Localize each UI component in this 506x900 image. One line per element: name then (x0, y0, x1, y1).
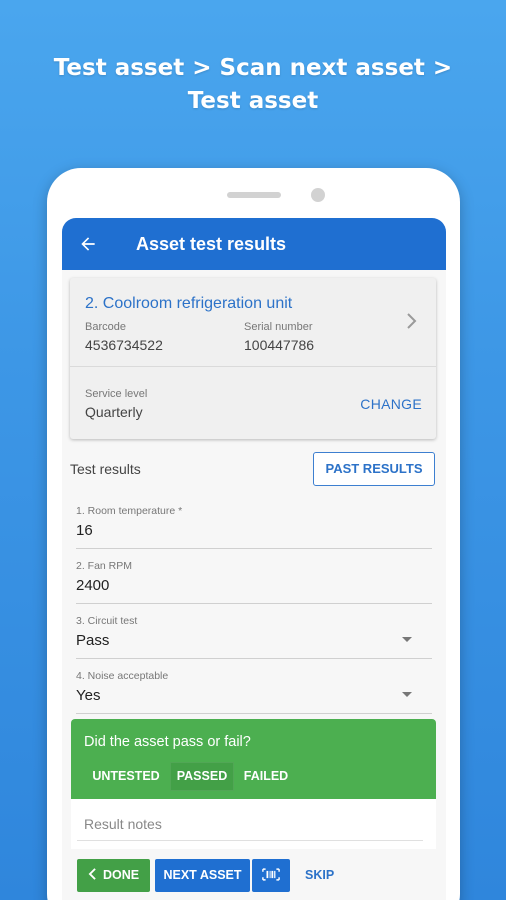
pass-fail-question: Did the asset pass or fail? (84, 734, 251, 750)
field-label: 3. Circuit test (76, 615, 138, 627)
dropdown-arrow-icon (402, 692, 412, 697)
result-notes-input[interactable] (77, 807, 423, 841)
skip-button[interactable]: SKIP (305, 859, 334, 892)
field-value: 2400 (76, 577, 110, 594)
next-asset-button[interactable]: NEXT ASSET (155, 859, 250, 892)
past-results-button[interactable]: PAST RESULTS (313, 452, 435, 486)
pass-fail-panel: Did the asset pass or fail? UNTESTED PAS… (71, 719, 436, 799)
app-screen: Asset test results 2. Coolroom refrigera… (62, 218, 446, 900)
phone-frame: Asset test results 2. Coolroom refrigera… (47, 168, 460, 900)
scan-button[interactable] (252, 859, 290, 892)
headline-line-1: Test asset > Scan next asset > (53, 55, 453, 81)
serial-number-label: Serial number (244, 321, 313, 333)
field-label: 4. Noise acceptable (76, 670, 169, 682)
action-bar: DONE NEXT ASSET SKIP (71, 849, 436, 899)
asset-card[interactable]: 2. Coolroom refrigeration unit Barcode 4… (70, 278, 436, 439)
option-untested[interactable]: UNTESTED (83, 762, 169, 791)
asset-title: 2. Coolroom refrigeration unit (85, 295, 293, 312)
test-results-heading: Test results (70, 461, 141, 477)
barcode-scan-icon (262, 868, 280, 881)
serial-number-value: 100447786 (244, 337, 315, 353)
circuit-test-select[interactable]: 3. Circuit test Pass (76, 615, 432, 659)
arrow-left-icon[interactable] (78, 234, 98, 254)
headline: Test asset > Scan next asset > Test asse… (0, 52, 506, 118)
phone-speaker (227, 192, 281, 198)
room-temperature-field[interactable]: 1. Room temperature * 16 (76, 505, 432, 549)
noise-acceptable-select[interactable]: 4. Noise acceptable Yes (76, 670, 432, 714)
field-value: Pass (76, 632, 110, 649)
option-failed[interactable]: FAILED (236, 762, 296, 791)
chevron-left-icon (88, 868, 96, 880)
service-level-label: Service level (85, 388, 148, 400)
card-divider (70, 366, 436, 367)
dropdown-arrow-icon (402, 637, 412, 642)
done-label: DONE (102, 868, 140, 882)
fan-rpm-field[interactable]: 2. Fan RPM 2400 (76, 560, 432, 604)
field-value: Yes (76, 687, 101, 704)
chevron-right-icon[interactable] (406, 312, 418, 330)
barcode-value: 4536734522 (85, 337, 163, 353)
result-notes-container (71, 799, 436, 849)
field-label: 1. Room temperature * (76, 505, 183, 517)
field-label: 2. Fan RPM (76, 560, 133, 572)
option-passed[interactable]: PASSED (170, 762, 234, 791)
app-bar: Asset test results (62, 218, 446, 270)
service-level-value: Quarterly (85, 404, 143, 420)
phone-camera (311, 188, 325, 202)
change-button[interactable]: CHANGE (360, 396, 422, 412)
field-value: 16 (76, 522, 93, 539)
page-title: Asset test results (136, 233, 287, 254)
headline-line-2: Test asset (187, 88, 319, 114)
done-button[interactable]: DONE (77, 859, 150, 892)
barcode-label: Barcode (85, 321, 126, 333)
